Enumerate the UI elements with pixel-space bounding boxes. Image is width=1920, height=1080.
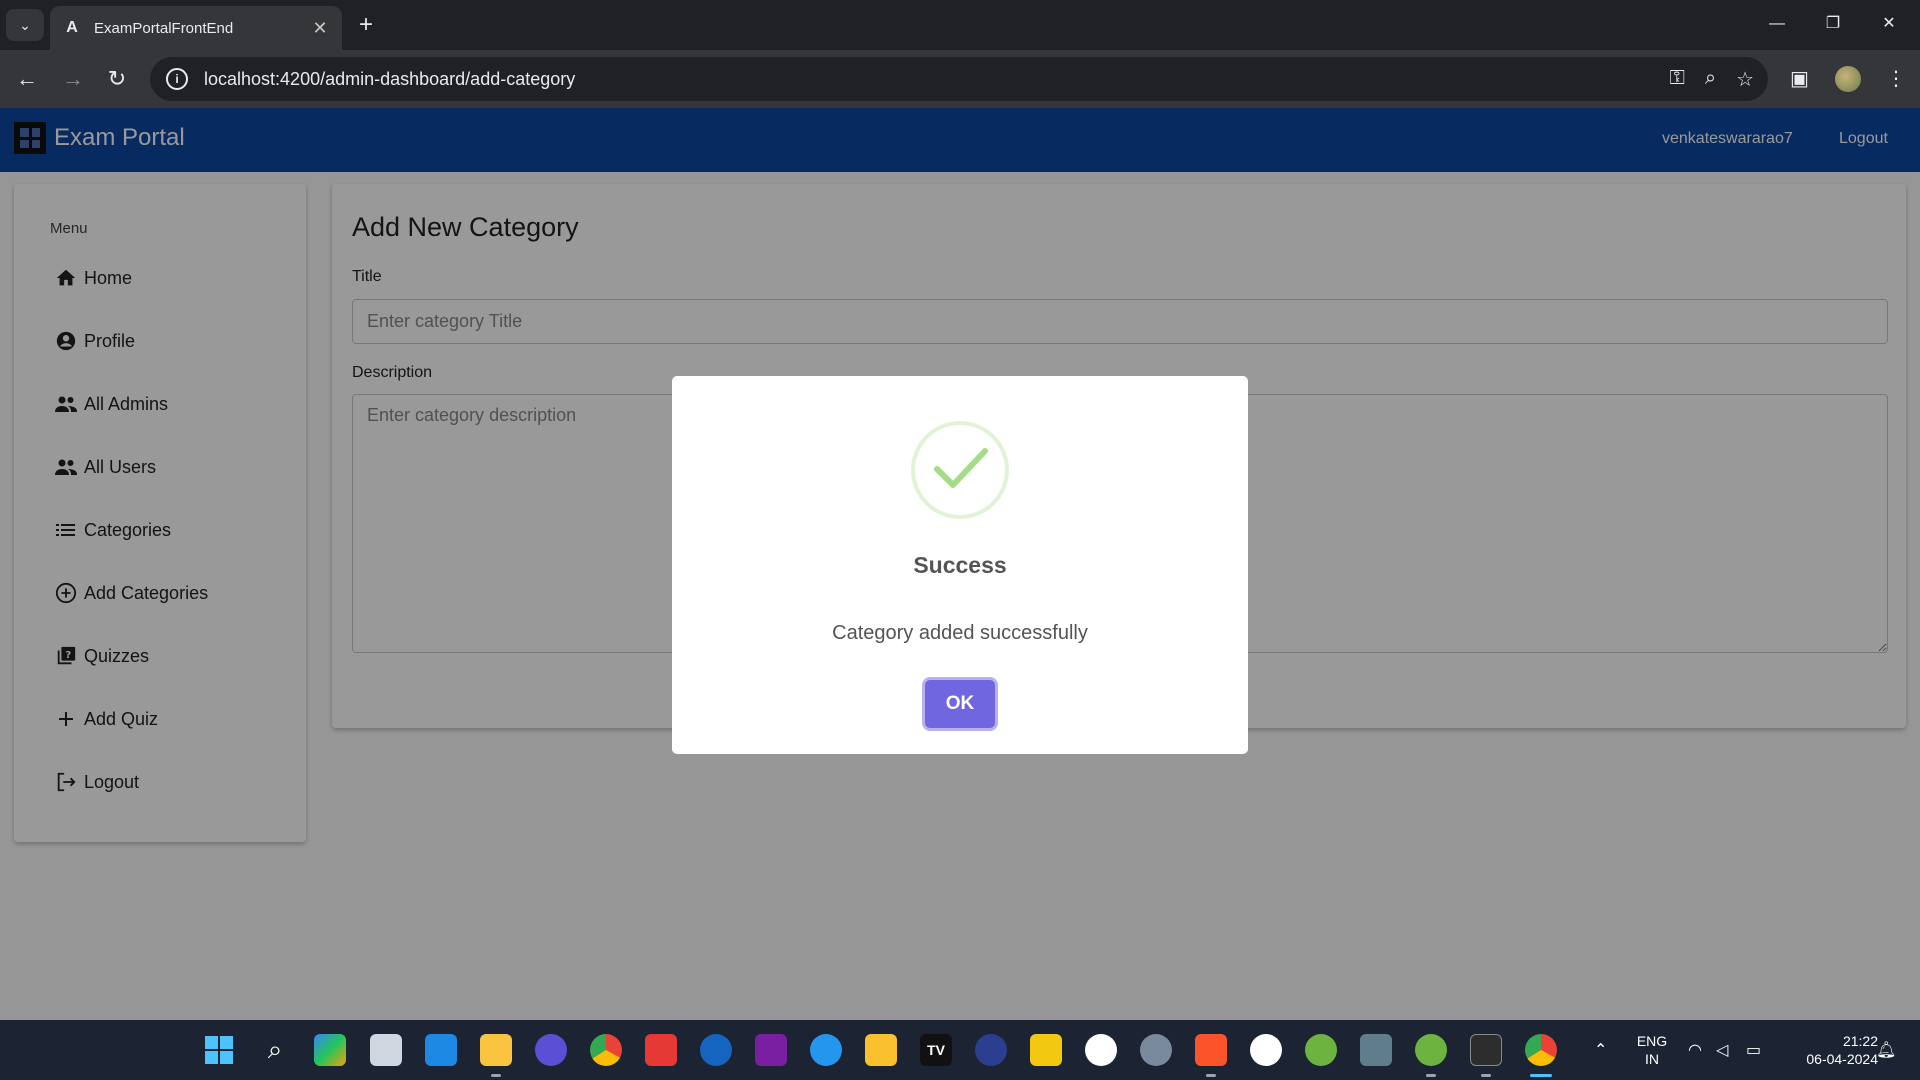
running-indicator [1206,1074,1216,1077]
search-icon[interactable]: ⌕ [259,1034,291,1066]
docker-icon[interactable] [810,1034,842,1066]
minimize-icon[interactable]: — [1754,8,1800,40]
clock-app-icon[interactable] [1250,1034,1282,1066]
spring-icon[interactable] [1305,1034,1337,1066]
profile-avatar[interactable] [1835,66,1861,92]
site-info-icon[interactable]: i [166,68,188,90]
language-indicator[interactable]: ENG IN [1632,1032,1672,1068]
windows-start-icon[interactable] [203,1034,235,1066]
intellij-icon[interactable] [755,1034,787,1066]
region-code: IN [1645,1051,1659,1067]
volume-icon[interactable]: ◁ [1716,1040,1728,1060]
battery-icon[interactable]: ▭ [1746,1040,1761,1060]
active-indicator [1530,1074,1552,1077]
mongodb-icon[interactable] [1085,1034,1117,1066]
success-dialog: Success Category added successfully OK [672,376,1248,754]
browser-toolbar: ← → ↻ i localhost:4200/admin-dashboard/a… [0,50,1920,108]
dialog-message: Category added successfully [832,622,1088,644]
close-tab-icon[interactable]: ✕ [310,18,330,38]
url-text: localhost:4200/admin-dashboard/add-categ… [204,68,576,89]
restore-icon[interactable]: ❐ [1810,8,1856,40]
eclipse-icon[interactable] [975,1034,1007,1066]
wifi-icon[interactable]: ◠ [1688,1040,1702,1060]
notification-bell-icon[interactable]: 🔔︎ [1876,1040,1896,1060]
running-indicator [491,1074,501,1077]
address-bar[interactable]: i localhost:4200/admin-dashboard/add-cat… [150,57,1768,101]
reload-icon[interactable]: ↻ [102,64,132,94]
angular-favicon-icon: A [66,19,78,36]
time-text: 21:22 [1842,1033,1878,1049]
close-window-icon[interactable]: ✕ [1866,8,1912,40]
zoom-icon[interactable]: ⌕ [1705,67,1716,92]
forward-icon[interactable]: → [58,64,88,94]
back-icon[interactable]: ← [12,64,42,94]
menu-kebab-icon[interactable]: ⋮ [1886,66,1906,91]
brave-icon[interactable] [1195,1034,1227,1066]
new-tab-button[interactable]: + [352,12,380,40]
success-check-icon [911,421,1009,519]
bookmark-star-icon[interactable]: ☆ [1736,67,1754,92]
chrome-active-icon[interactable] [1525,1034,1557,1066]
file-explorer-icon[interactable] [480,1034,512,1066]
date-text: 06-04-2024 [1806,1051,1878,1067]
running-indicator [1481,1074,1491,1077]
app-icon[interactable] [700,1034,732,1066]
password-key-icon[interactable]: ⚿ [1670,67,1685,92]
vivaldi-icon[interactable] [645,1034,677,1066]
side-panel-icon[interactable]: ▣ [1790,66,1809,91]
remote-desktop-icon[interactable] [1360,1034,1392,1066]
tab-title: ExamPortalFrontEnd [94,19,234,37]
clock[interactable]: 21:22 06-04-2024 [1782,1032,1878,1068]
browser-tab[interactable]: A ExamPortalFrontEnd ✕ [50,6,342,50]
settings-gear-icon[interactable] [1140,1034,1172,1066]
chrome-icon[interactable] [590,1034,622,1066]
app-icon[interactable] [535,1034,567,1066]
browser-tabstrip: ⌄ A ExamPortalFrontEnd ✕ + — ❐ ✕ [0,0,1920,50]
windows-taskbar: ⌕ TV ⌃ ENG IN ◠ ◁ ▭ 21:22 06-04-2024 🔔︎ [0,1020,1920,1080]
task-view-icon[interactable] [370,1034,402,1066]
tradingview-icon[interactable]: TV [920,1034,952,1066]
dialog-title: Success [913,552,1007,578]
spring-tools-icon[interactable] [1415,1034,1447,1066]
terminal-icon[interactable] [1470,1034,1502,1066]
language-code: ENG [1636,1033,1668,1049]
running-indicator [1426,1074,1436,1077]
ok-button[interactable]: OK [925,680,995,728]
tab-search-button[interactable]: ⌄ [6,9,44,41]
copilot-icon[interactable] [314,1034,346,1066]
notes-icon[interactable] [865,1034,897,1066]
show-hidden-icons-chevron-icon[interactable]: ⌃ [1594,1040,1607,1060]
powerbi-icon[interactable] [1030,1034,1062,1066]
vscode-icon[interactable] [425,1034,457,1066]
